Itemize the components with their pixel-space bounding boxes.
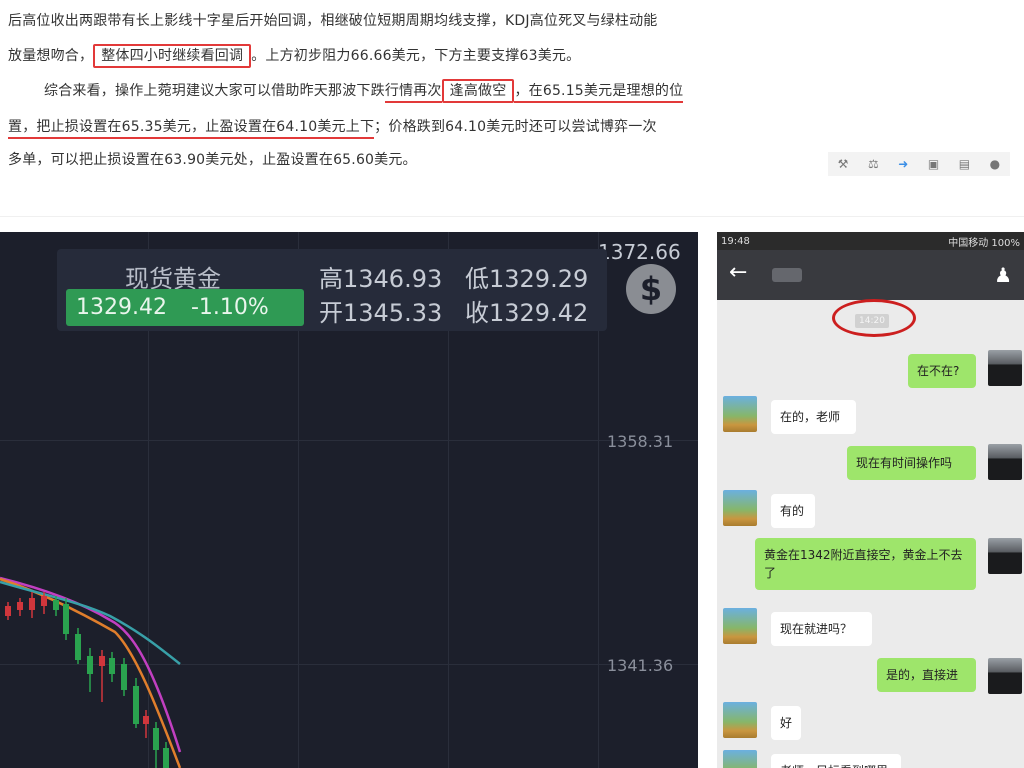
back-arrow-icon[interactable]: ← bbox=[729, 260, 747, 285]
avatar-contact bbox=[723, 702, 757, 738]
message-bubble-contact[interactable]: 在的，老师 bbox=[771, 400, 856, 434]
article-line-4: 置，把止损设置在65.35美元，止盈设置在64.10美元上下；价格跌到64.10… bbox=[8, 116, 657, 139]
underline-entry: ，在65.15美元是理想的位 bbox=[514, 83, 684, 103]
candle-body bbox=[109, 658, 115, 674]
candlestick-chart bbox=[0, 576, 182, 768]
person-icon[interactable]: ♟ bbox=[994, 263, 1012, 287]
status-time: 19:48 bbox=[721, 235, 750, 247]
candle-body bbox=[163, 748, 169, 768]
candle-body bbox=[99, 656, 105, 666]
wrench-icon[interactable]: ⚒ bbox=[838, 157, 849, 171]
candle-body bbox=[17, 602, 23, 610]
article-line-3: 综合来看，操作上菀玥建议大家可以借助昨天那波下跌行情再次 逢高做空 ，在65.15美… bbox=[44, 79, 684, 103]
bookmark-icon[interactable]: ▣ bbox=[928, 157, 940, 171]
message-bubble-me[interactable]: 现在有时间操作吗 bbox=[847, 446, 976, 480]
candle-body bbox=[41, 596, 47, 606]
message-bubble-me[interactable]: 在不在? bbox=[908, 354, 976, 388]
avatar-contact bbox=[723, 490, 757, 526]
copy-icon[interactable]: ▤ bbox=[959, 157, 971, 171]
status-carrier: 中国移动 100% bbox=[948, 237, 1020, 249]
candle-body bbox=[75, 634, 81, 660]
article-text: 后高位收出两跟带有长上影线十字星后开始回调，相继破位短期周期均线支撑，KDJ高位… bbox=[8, 0, 1018, 210]
message-bubble-contact[interactable]: 有的 bbox=[771, 494, 815, 528]
candle-body bbox=[143, 716, 149, 724]
highlight-box-short: 逢高做空 bbox=[441, 79, 515, 103]
avatar-contact bbox=[723, 750, 757, 768]
underline-market: 行情再次 bbox=[384, 83, 442, 103]
scale-icon[interactable]: ⚖ bbox=[868, 157, 879, 171]
underline-stoploss: 置，把止损设置在65.35美元，止盈设置在64.10美元上下 bbox=[8, 119, 375, 139]
candle-body bbox=[87, 656, 93, 674]
avatar-me bbox=[988, 444, 1022, 480]
message-bubble-me[interactable]: 是的，直接进 bbox=[877, 658, 976, 692]
candle-body bbox=[133, 686, 139, 724]
article-line-2-pre: 放量想吻合， bbox=[8, 48, 94, 64]
message-bubble-contact[interactable]: 好 bbox=[771, 706, 801, 740]
message-bubble-contact[interactable]: 现在就进吗？ bbox=[771, 612, 872, 646]
candle-body bbox=[29, 598, 35, 610]
wechat-screenshot: 19:48 中国移动 100% ← ♟ 14:20 在不在? 在的，老师 现在有… bbox=[717, 232, 1024, 768]
article-line-2: 放量想吻合， 整体四小时继续看回调 。上方初步阻力66.66美元，下方主要支撑63美… bbox=[8, 44, 581, 68]
candle-body bbox=[153, 728, 159, 750]
avatar-contact bbox=[723, 396, 757, 432]
comment-icon[interactable]: ● bbox=[990, 157, 1001, 171]
avatar-contact bbox=[723, 608, 757, 644]
status-bar: 19:48 中国移动 100% bbox=[717, 232, 1024, 250]
article-toolbar: ⚒ ⚖ ➜ ▣ ▤ ● bbox=[828, 152, 1010, 176]
avatar-me bbox=[988, 350, 1022, 386]
avatar-me bbox=[988, 658, 1022, 694]
gold-chart-panel: 1372.66 现货黄金 1329.42 -1.10% 高1346.93 低13… bbox=[0, 232, 698, 768]
message-bubble-contact[interactable]: 老师，目标看到哪里 bbox=[771, 754, 901, 768]
contact-name-blurred bbox=[772, 268, 802, 282]
candle-body bbox=[121, 664, 127, 690]
candle-body bbox=[63, 604, 69, 634]
article-line-5: 多单，可以把止损设置在63.90美元处，止盈设置在65.60美元。 bbox=[8, 152, 417, 168]
highlight-box-outlook: 整体四小时继续看回调 bbox=[93, 44, 252, 68]
article-line-3-pre: 综合来看，操作上菀玥建议大家可以借助昨天那波下跌 bbox=[44, 83, 385, 99]
red-circle-annotation bbox=[832, 299, 916, 337]
candle-body bbox=[5, 606, 11, 616]
article-line-2-post: 。上方初步阻力66.66美元，下方主要支撑63美元。 bbox=[251, 48, 581, 64]
chat-header: ← ♟ bbox=[717, 250, 1024, 300]
candle-body bbox=[53, 600, 59, 610]
article-line-4-post: ；价格跌到64.10美元时还可以尝试博弈一次 bbox=[374, 119, 657, 135]
link-icon[interactable]: ➜ bbox=[898, 157, 908, 171]
article-line-1: 后高位收出两跟带有长上影线十字星后开始回调，相继破位短期周期均线支撑，KDJ高位… bbox=[8, 13, 658, 29]
section-divider bbox=[0, 216, 1024, 217]
message-bubble-me[interactable]: 黄金在1342附近直接空，黄金上不去了 bbox=[755, 538, 976, 590]
avatar-me bbox=[988, 538, 1022, 574]
